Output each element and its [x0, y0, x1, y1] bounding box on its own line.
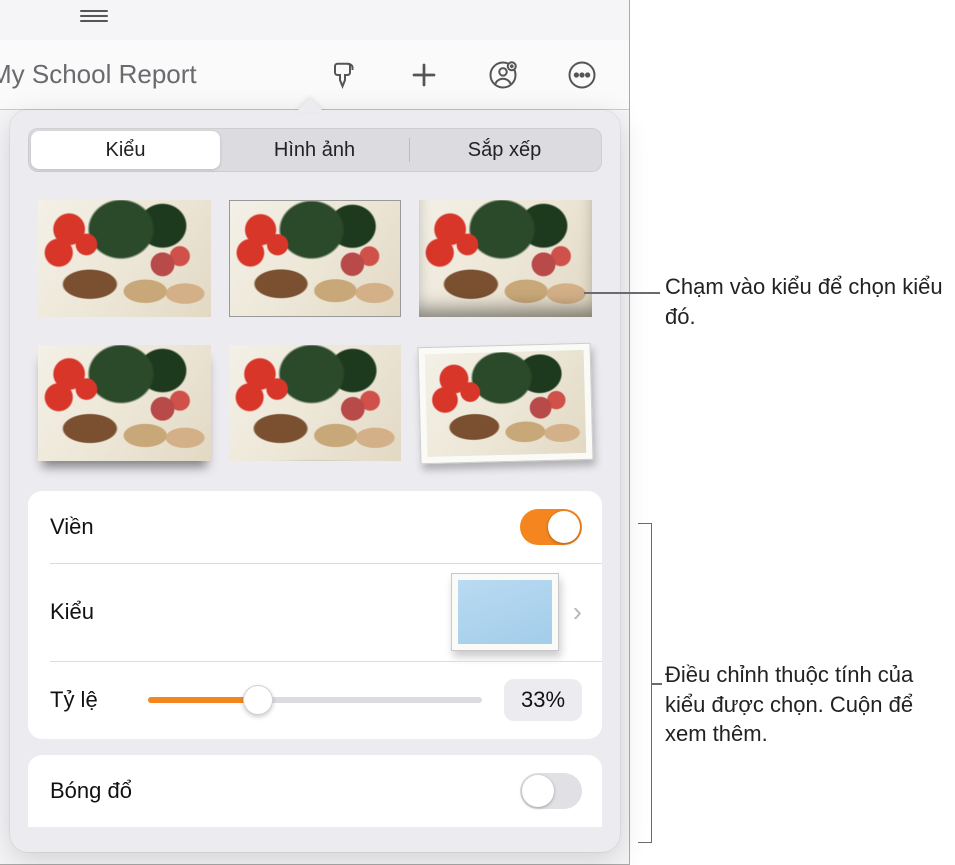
style-row[interactable]: Kiểu ›: [28, 563, 602, 661]
format-brush-icon[interactable]: [328, 58, 362, 92]
more-icon[interactable]: [565, 58, 599, 92]
tab-image[interactable]: Hình ảnh: [220, 131, 409, 169]
menu-icon[interactable]: [80, 10, 108, 22]
style-label: Kiểu: [50, 599, 94, 625]
border-row: Viền: [28, 491, 602, 563]
callout-bracket: [638, 523, 652, 843]
border-toggle[interactable]: [520, 509, 582, 545]
shadow-label: Bóng đổ: [50, 778, 132, 804]
app-window: My School Report: [0, 0, 630, 865]
document-title: My School Report: [0, 59, 197, 90]
scale-value-badge[interactable]: 33%: [504, 679, 582, 721]
style-thumb-6[interactable]: [418, 342, 594, 463]
tab-style-label: Kiểu: [105, 139, 145, 162]
shadow-toggle[interactable]: [520, 773, 582, 809]
style-thumb-4[interactable]: [38, 345, 211, 462]
popover-arrow: [296, 98, 324, 112]
border-label: Viền: [50, 514, 94, 540]
callout-line: [584, 292, 660, 294]
scale-row: Tỷ lệ 33%: [28, 661, 602, 739]
tab-image-label: Hình ảnh: [274, 139, 355, 162]
collaborate-icon[interactable]: [486, 58, 520, 92]
scale-label: Tỷ lệ: [50, 687, 120, 713]
scale-slider[interactable]: [148, 697, 482, 703]
callout-bottom: Điều chỉnh thuộc tính của kiểu được chọn…: [665, 660, 945, 749]
format-popover: Kiểu Hình ảnh Sắp xếp V: [10, 110, 620, 852]
style-thumb-5[interactable]: [229, 345, 402, 462]
tab-arrange-label: Sắp xếp: [468, 139, 541, 162]
tab-style[interactable]: Kiểu: [31, 131, 220, 169]
callout-top: Chạm vào kiểu để chọn kiểu đó.: [665, 272, 955, 331]
tab-arrange[interactable]: Sắp xếp: [410, 131, 599, 169]
shadow-row: Bóng đổ: [28, 755, 602, 827]
style-thumb-1[interactable]: [38, 200, 211, 317]
insert-plus-icon[interactable]: [407, 58, 441, 92]
image-styles-grid: [28, 200, 602, 461]
chevron-right-icon: ›: [573, 596, 582, 628]
shadow-card: Bóng đổ: [28, 755, 602, 827]
style-thumb-3[interactable]: [419, 200, 592, 317]
callout-line: [652, 683, 662, 685]
style-settings-card: Viền Kiểu › Tỷ lệ: [28, 491, 602, 739]
style-thumb-2[interactable]: [229, 200, 402, 317]
tab-segmented-control[interactable]: Kiểu Hình ảnh Sắp xếp: [28, 128, 602, 172]
frame-style-thumbnail: [451, 573, 559, 651]
toolbar-actions: [328, 58, 629, 92]
